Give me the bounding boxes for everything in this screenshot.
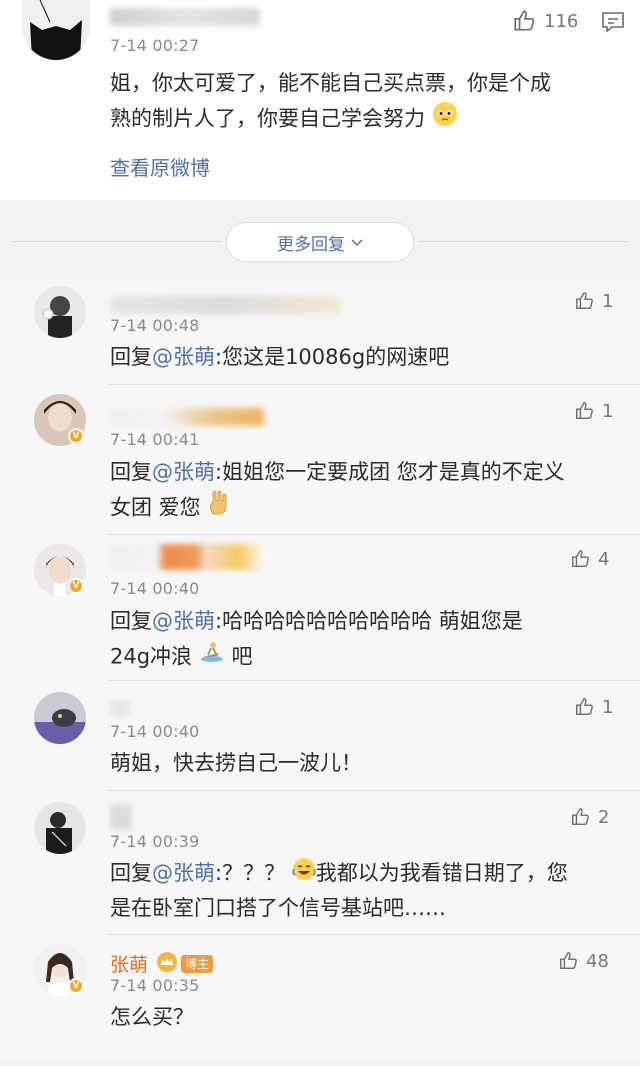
thumbs-up-icon	[570, 548, 592, 570]
mention-link[interactable]: @张萌	[152, 609, 215, 633]
author-badge: 博主	[181, 955, 214, 973]
comment-text: 萌姐，快去捞自己一波儿！	[110, 751, 362, 775]
comment-text-line2: 熟的制片人了，你要自己学会努力	[110, 101, 458, 138]
like-button[interactable]: 4	[570, 548, 609, 570]
like-button[interactable]: 116	[512, 8, 578, 34]
comment-text-line2: 24g冲浪 吧	[110, 639, 252, 676]
like-button[interactable]: 1	[574, 696, 613, 718]
reply-icon[interactable]	[600, 10, 626, 38]
comment-text-line1: 回复@张萌:哈哈哈哈哈哈哈哈哈哈 萌姐您是	[110, 609, 523, 633]
verified-icon: V	[68, 428, 84, 444]
username-blurred	[110, 8, 260, 26]
comment-time: 7-14 00:27	[110, 36, 200, 55]
verified-icon: V	[68, 578, 84, 594]
more-replies-label: 更多回复	[277, 234, 345, 255]
comment-text: 怎么买？	[110, 1005, 194, 1029]
like-button[interactable]: 48	[558, 950, 609, 972]
comment-time: 7-14 00:40	[110, 722, 200, 741]
divider	[108, 680, 640, 681]
like-button[interactable]: 1	[574, 400, 613, 422]
comment-time: 7-14 00:40	[110, 579, 200, 598]
username-blurred	[110, 296, 340, 314]
comment-text-line1: 回复@张萌:？？？ 我都以为我看错日期了，您	[110, 856, 568, 892]
mention-link[interactable]: @张萌	[152, 345, 215, 369]
comment-time: 7-14 00:41	[110, 430, 200, 449]
like-button[interactable]: 2	[570, 806, 609, 828]
comment-time: 7-14 00:39	[110, 832, 200, 851]
surfing-emoji-icon	[199, 639, 225, 676]
comment-text: 回复@张萌:您这是10086g的网速吧	[110, 345, 450, 369]
thumbs-up-icon	[574, 400, 596, 422]
like-count: 116	[544, 10, 579, 32]
pleading-face-emoji-icon	[432, 101, 458, 138]
comment-time: 7-14 00:35	[110, 976, 200, 995]
comment-text-line1: 回复@张萌:姐姐您一定要成团 您才是真的不定义	[110, 460, 565, 484]
divider	[108, 534, 640, 535]
divider	[108, 934, 640, 935]
divider	[108, 384, 640, 385]
thumbs-up-icon	[570, 806, 592, 828]
divider	[418, 241, 628, 242]
verified-icon: V	[68, 978, 84, 994]
avatar[interactable]	[34, 692, 86, 744]
comment-time: 7-14 00:48	[110, 316, 200, 335]
comment-text-line2: 是在卧室门口搭了个信号基站吧……	[110, 896, 446, 920]
like-count: 1	[602, 696, 614, 718]
crying-laughing-emoji-icon	[291, 857, 316, 892]
comment-text-line2: 女团 爱您	[110, 490, 231, 527]
username-blurred	[110, 700, 130, 718]
crown-icon	[156, 951, 178, 973]
like-count: 2	[598, 806, 610, 828]
thumbs-up-icon	[558, 950, 580, 972]
mention-link[interactable]: @张萌	[152, 861, 215, 885]
like-button[interactable]: 1	[574, 290, 613, 312]
username-blurred	[110, 408, 264, 426]
avatar[interactable]	[34, 286, 86, 338]
reply-list	[0, 280, 640, 1060]
thumbs-up-icon	[574, 696, 596, 718]
avatar[interactable]	[22, 0, 90, 60]
more-replies-button[interactable]: 更多回复	[226, 222, 414, 262]
top-comment-card: 7-14 00:27 116 姐，你太可爱了，能不能自己买点票，你是个成 熟的制…	[0, 0, 640, 200]
comment-text-line1: 姐，你太可爱了，能不能自己买点票，你是个成	[110, 71, 551, 95]
like-count: 1	[602, 400, 614, 422]
divider	[108, 790, 640, 791]
chevron-down-icon	[351, 232, 363, 252]
username-blurred	[110, 544, 266, 570]
view-original-link[interactable]: 查看原微博	[110, 152, 210, 181]
avatar[interactable]	[34, 802, 86, 854]
thumbs-up-icon	[574, 290, 596, 312]
like-count: 1	[602, 290, 614, 312]
author-name[interactable]: 张萌	[110, 950, 148, 977]
divider	[12, 241, 222, 242]
username-blurred	[110, 804, 132, 830]
love-you-hand-emoji-icon	[207, 490, 231, 527]
like-count: 4	[598, 548, 610, 570]
thumbs-up-icon	[512, 8, 538, 34]
like-count: 48	[586, 950, 609, 972]
mention-link[interactable]: @张萌	[152, 460, 215, 484]
